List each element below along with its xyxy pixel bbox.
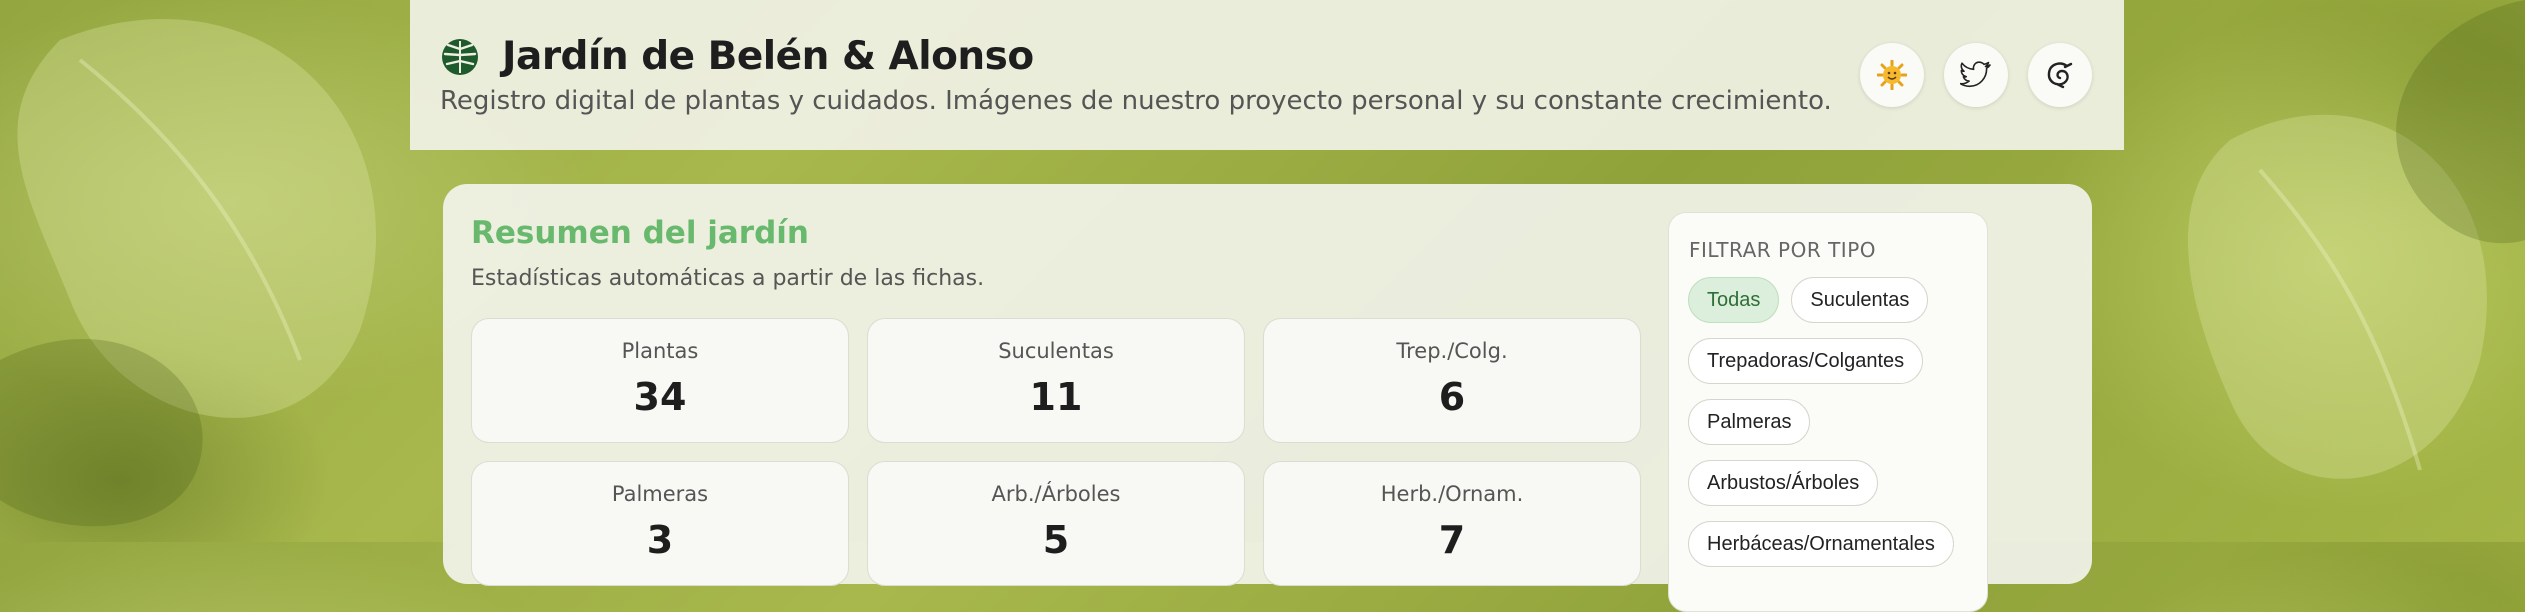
filter-chip-herbaceous[interactable]: Herbáceas/Ornamentales [1688, 521, 1954, 567]
brand: Jardín de Belén & Alonso [440, 34, 1034, 79]
sun-face-button[interactable] [1860, 43, 1924, 107]
social-links [1860, 43, 2092, 107]
stat-card-shrubs-trees: Arb./Árboles 5 [867, 461, 1245, 586]
swirl-button[interactable] [2028, 43, 2092, 107]
filter-chips: Todas Suculentas Trepadoras/Colgantes Pa… [1688, 277, 1978, 567]
twitter-button[interactable] [1944, 43, 2008, 107]
twitter-bird-icon [1960, 61, 1991, 88]
stat-label: Palmeras [611, 482, 709, 506]
stat-value: 5 [1042, 518, 1070, 562]
swirl-icon [2047, 62, 2073, 89]
stat-label: Trep./Colg. [1396, 339, 1508, 363]
type-filter: FILTRAR POR TIPO Todas Suculentas Trepad… [1668, 212, 1988, 612]
monstera-leaf-icon [442, 38, 478, 75]
stat-card-plants: Plantas 34 [471, 318, 849, 443]
site-subtitle: Registro digital de plantas y cuidados. … [440, 86, 1832, 116]
filter-title: FILTRAR POR TIPO [1689, 238, 1877, 262]
sun-face-icon [1877, 60, 1907, 90]
stat-card-climbers: Trep./Colg. 6 [1263, 318, 1641, 443]
stat-card-palms: Palmeras 3 [471, 461, 849, 586]
filter-chip-shrubs-trees[interactable]: Arbustos/Árboles [1688, 460, 1879, 506]
site-header: Jardín de Belén & Alonso Registro digita… [410, 0, 2124, 150]
stat-label: Arb./Árboles [991, 482, 1121, 506]
site-title: Jardín de Belén & Alonso [502, 34, 1034, 79]
stat-value: 11 [1029, 375, 1083, 419]
filter-chip-succulents[interactable]: Suculentas [1791, 277, 1929, 323]
stat-card-succulents: Suculentas 11 [867, 318, 1245, 443]
summary-title: Resumen del jardín [471, 215, 809, 251]
summary-subtitle: Estadísticas automáticas a partir de las… [471, 266, 985, 291]
stat-value: 34 [633, 375, 687, 419]
stats-grid: Plantas 34 Suculentas 11 Trep./Colg. 6 P… [471, 318, 1641, 586]
stat-value: 7 [1438, 518, 1466, 562]
filter-chip-climbers[interactable]: Trepadoras/Colgantes [1688, 338, 1924, 384]
stat-label: Suculentas [998, 339, 1114, 363]
stat-value: 3 [646, 518, 674, 562]
stat-card-herbaceous: Herb./Ornam. 7 [1263, 461, 1641, 586]
garden-summary-panel: Resumen del jardín Estadísticas automáti… [443, 184, 2092, 612]
stat-label: Herb./Ornam. [1380, 482, 1524, 506]
filter-chip-palms[interactable]: Palmeras [1688, 399, 1811, 445]
filter-chip-all[interactable]: Todas [1688, 277, 1780, 323]
stat-value: 6 [1438, 375, 1466, 419]
stat-label: Plantas [621, 339, 699, 363]
